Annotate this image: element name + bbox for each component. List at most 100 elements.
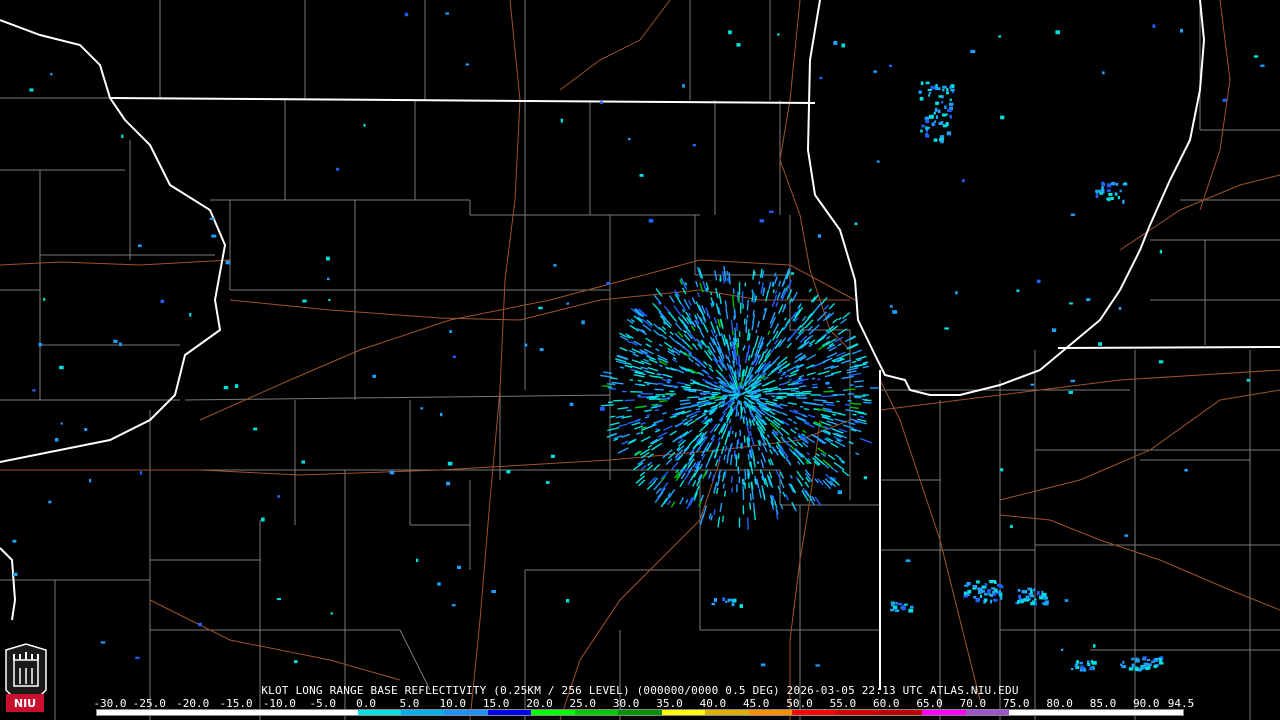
- echo-speck: [1148, 663, 1152, 666]
- echo-speck: [980, 594, 983, 598]
- echo-speck: [890, 608, 895, 612]
- echo-speck: [100, 641, 106, 644]
- echo-speck: [935, 101, 940, 105]
- echo-speck: [933, 111, 936, 115]
- echo-speck: [445, 12, 449, 15]
- echo-speck: [1110, 197, 1114, 201]
- echo-streak: [817, 378, 821, 381]
- echo-speck: [1246, 378, 1251, 382]
- echo-streak: [748, 482, 750, 489]
- echo-speck: [978, 591, 982, 594]
- echo-streak: [658, 400, 668, 403]
- echo-speck: [1069, 302, 1073, 305]
- echo-speck: [1086, 298, 1091, 301]
- scale-swatch: [878, 710, 923, 715]
- echo-streak: [752, 502, 756, 510]
- echo-speck: [998, 590, 1002, 594]
- echo-streak: [748, 461, 752, 467]
- scale-swatch: [97, 710, 141, 715]
- echo-speck: [833, 41, 838, 45]
- echo-speck: [1016, 289, 1020, 293]
- echo-speck: [1146, 659, 1151, 661]
- echo-speck: [817, 234, 821, 238]
- echo-speck: [1089, 667, 1094, 671]
- echo-speck: [1070, 213, 1076, 216]
- echo-speck: [50, 73, 53, 76]
- radar-map: [0, 0, 1280, 720]
- echo-speck: [1025, 595, 1030, 600]
- echo-speck: [372, 374, 376, 378]
- echo-speck: [926, 126, 931, 129]
- scale-swatch: [661, 710, 706, 715]
- echo-speck: [841, 43, 846, 48]
- echo-speck: [138, 244, 142, 248]
- echo-speck: [1118, 307, 1122, 310]
- echo-speck: [560, 118, 563, 123]
- echo-speck: [211, 234, 217, 238]
- echo-speck: [13, 572, 18, 576]
- echo-streak: [852, 413, 857, 416]
- echo-streak: [734, 432, 737, 438]
- radar-caption: KLOT LONG RANGE BASE REFLECTIVITY (0.25K…: [261, 684, 1019, 697]
- echo-speck: [121, 134, 124, 138]
- echo-streak: [727, 277, 729, 283]
- echo-streak: [798, 377, 802, 380]
- echo-speck: [1034, 598, 1037, 601]
- echo-speck: [1184, 468, 1188, 472]
- echo-speck: [1010, 524, 1013, 529]
- echo-speck: [891, 601, 896, 605]
- echo-speck: [984, 598, 987, 603]
- echo-streak: [609, 415, 616, 418]
- echo-speck: [942, 124, 948, 128]
- echo-speck: [704, 409, 708, 413]
- echo-speck: [892, 310, 897, 314]
- echo-speck: [760, 663, 766, 667]
- echo-speck: [449, 330, 452, 333]
- echo-speck: [1070, 379, 1075, 383]
- echo-speck: [1052, 328, 1057, 332]
- echo-speck: [1122, 199, 1125, 204]
- echo-streak: [743, 415, 746, 420]
- echo-speck: [1222, 98, 1227, 102]
- echo-speck: [1030, 589, 1033, 594]
- echo-speck: [999, 596, 1003, 600]
- echo-speck: [791, 272, 795, 275]
- scale-swatch: [314, 710, 358, 715]
- echo-speck: [1090, 660, 1094, 664]
- echo-speck: [1043, 596, 1048, 599]
- scale-swatch: [1139, 710, 1183, 715]
- echo-streak: [734, 369, 737, 375]
- echo-speck: [949, 98, 952, 102]
- echo-speck: [946, 131, 952, 136]
- echo-speck: [1041, 602, 1045, 605]
- echo-speck: [1095, 189, 1100, 193]
- echo-speck: [330, 612, 333, 615]
- echo-speck: [1180, 28, 1184, 33]
- color-scale-bar: [96, 709, 1184, 716]
- echo-speck: [946, 91, 949, 95]
- echo-speck: [457, 565, 461, 569]
- echo-speck: [815, 664, 820, 667]
- echo-streak: [654, 409, 660, 412]
- echo-speck: [966, 582, 971, 586]
- echo-speck: [992, 598, 998, 602]
- echo-speck: [539, 348, 544, 352]
- echo-streak: [758, 280, 761, 285]
- echo-speck: [973, 596, 977, 599]
- echo-streak: [637, 379, 642, 382]
- echo-streak: [711, 391, 721, 394]
- echo-speck: [920, 81, 924, 85]
- echo-speck: [404, 12, 409, 17]
- echo-streak: [812, 386, 818, 389]
- echo-speck: [1102, 71, 1105, 75]
- scale-swatch: [792, 710, 836, 715]
- echo-streak: [728, 334, 732, 341]
- echo-speck: [1253, 55, 1259, 58]
- echo-streak: [606, 383, 616, 386]
- echo-speck: [569, 402, 574, 406]
- echo-speck: [725, 600, 728, 603]
- echo-speck: [581, 320, 585, 325]
- scale-swatch: [357, 710, 402, 715]
- echo-speck: [873, 70, 877, 73]
- echo-speck: [1124, 534, 1129, 537]
